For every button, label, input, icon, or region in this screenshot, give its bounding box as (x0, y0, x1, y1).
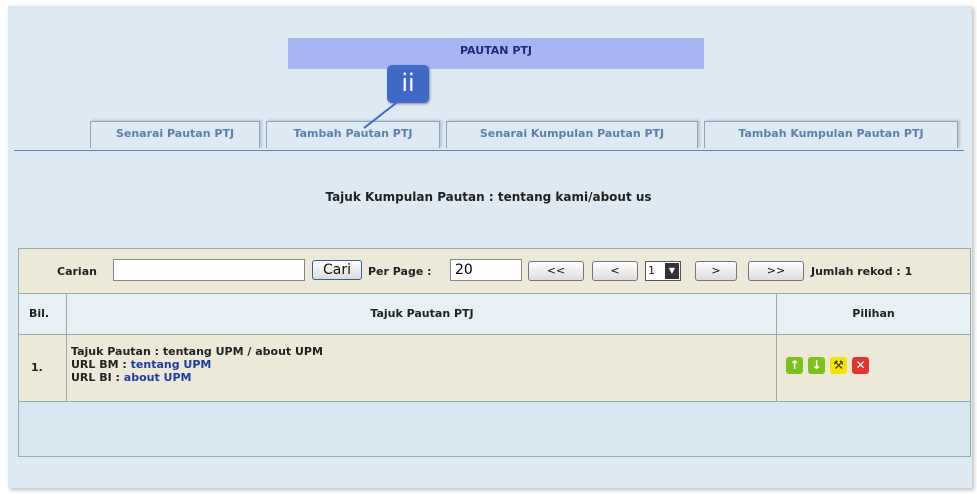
up-arrow-icon[interactable]: ↑ (786, 357, 803, 374)
edit-wrench-icon[interactable]: ⚒ (830, 357, 847, 374)
delete-icon[interactable]: ✕ (852, 357, 869, 374)
column-divider (66, 293, 67, 401)
down-arrow-icon[interactable]: ↓ (808, 357, 825, 374)
callout-pointer (363, 99, 401, 129)
page-title: PAUTAN PTJ (288, 38, 704, 69)
tab-senarai-pautan[interactable]: Senarai Pautan PTJ (90, 121, 260, 148)
col-header-actions: Pilihan (852, 307, 895, 320)
tab-baseline (14, 150, 964, 151)
group-heading: Tajuk Kumpulan Pautan : tentang kami/abo… (325, 190, 652, 204)
table-row: 1. Tajuk Pautan : tentang UPM / about UP… (18, 334, 971, 402)
link-title: Tajuk Pautan : tentang UPM / about UPM (71, 345, 323, 358)
search-button[interactable]: Cari (312, 260, 362, 280)
tab-tambah-kumpulan[interactable]: Tambah Kumpulan Pautan PTJ (704, 121, 958, 148)
per-page-input[interactable] (450, 259, 522, 281)
record-count: Jumlah rekod : 1 (811, 265, 913, 278)
table-footer (18, 401, 971, 457)
chevron-down-icon: ▼ (665, 263, 679, 279)
per-page-label: Per Page : (368, 265, 432, 278)
search-input[interactable] (113, 259, 305, 281)
url-bi-link[interactable]: about UPM (124, 371, 192, 384)
last-page-button[interactable]: >> (748, 261, 804, 281)
row-number: 1. (31, 361, 43, 374)
row-title-cell: Tajuk Pautan : tentang UPM / about UPM U… (71, 345, 771, 384)
url-bm-link[interactable]: tentang UPM (131, 358, 212, 371)
search-label: Carian (57, 265, 97, 278)
table-header: Bil. Tajuk Pautan PTJ Pilihan (18, 293, 971, 335)
next-page-button[interactable]: > (695, 261, 737, 281)
page-select[interactable]: 1 ▼ (645, 261, 681, 281)
column-divider (776, 293, 777, 401)
page-select-value: 1 (648, 264, 655, 277)
prev-page-button[interactable]: < (592, 261, 638, 281)
tab-senarai-kumpulan[interactable]: Senarai Kumpulan Pautan PTJ (446, 121, 698, 148)
col-header-title: Tajuk Pautan PTJ (370, 307, 474, 320)
col-header-number: Bil. (29, 307, 50, 320)
data-grid: Carian Cari Per Page : << < 1 ▼ > >> Jum… (18, 248, 971, 457)
tab-tambah-pautan[interactable]: Tambah Pautan PTJ (266, 121, 440, 148)
search-toolbar: Carian Cari Per Page : << < 1 ▼ > >> Jum… (18, 248, 971, 294)
first-page-button[interactable]: << (528, 261, 584, 281)
url-bm-label: URL BM : (71, 358, 131, 371)
url-bi-label: URL BI : (71, 371, 124, 384)
